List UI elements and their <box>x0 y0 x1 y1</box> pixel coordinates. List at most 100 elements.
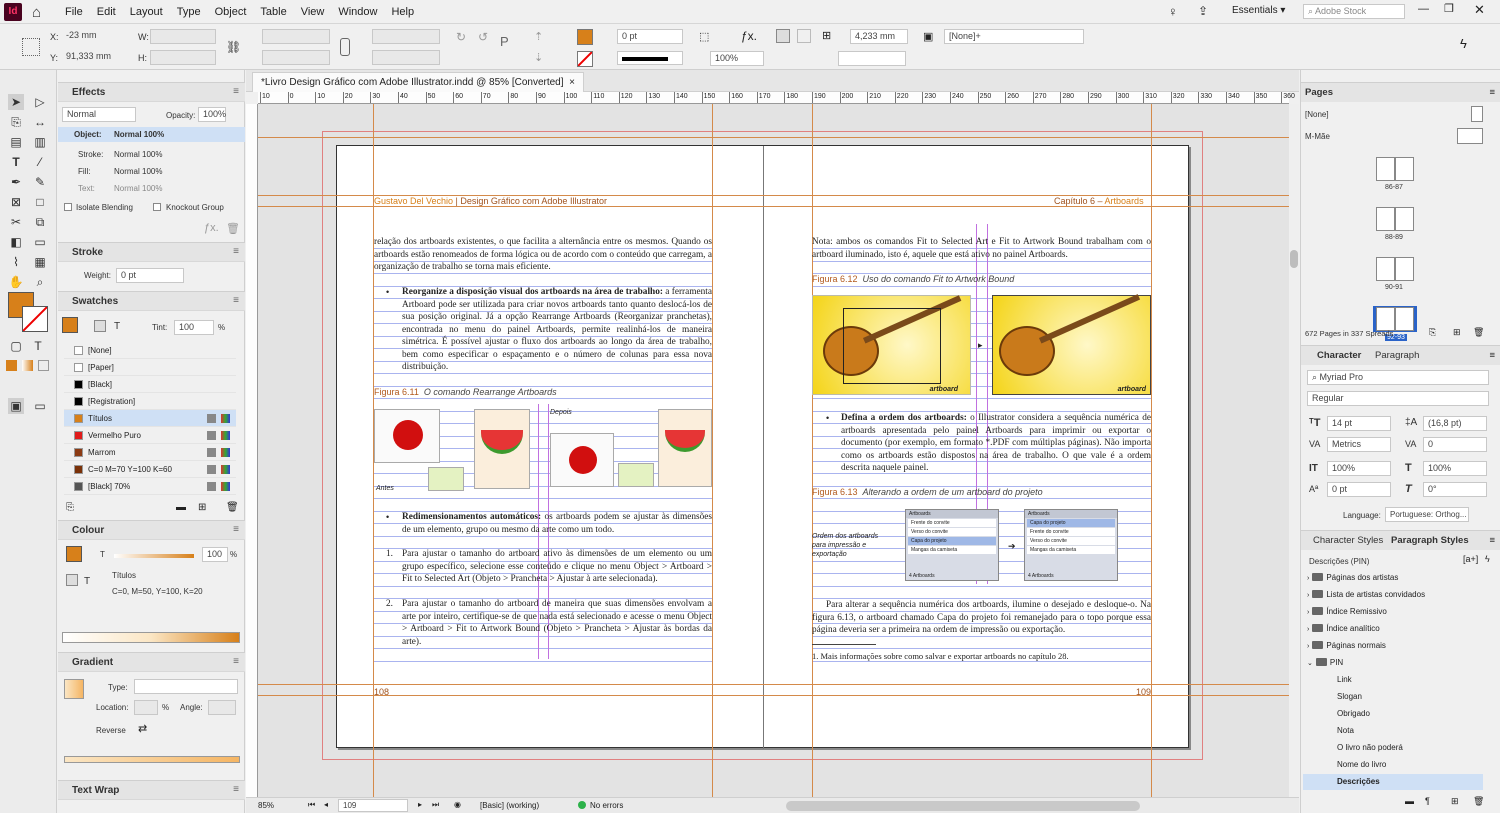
delete-page-icon[interactable]: 🗑 <box>1473 327 1484 338</box>
figure-6-12-before[interactable]: artboard <box>812 295 971 395</box>
opacity-field[interactable]: 100% <box>198 107 226 122</box>
paragraph-style-item[interactable]: Descrições <box>1303 774 1483 790</box>
font-size-field[interactable]: 14 pt <box>1327 416 1391 431</box>
close-tab-icon[interactable]: × <box>569 77 575 88</box>
tab-paragraph[interactable]: Paragraph <box>1375 350 1419 361</box>
gradient-location-field[interactable] <box>134 700 158 715</box>
stroke-type-select[interactable] <box>617 51 683 65</box>
effects-panel-header[interactable]: Effects ≡ <box>58 82 245 102</box>
left-item-1[interactable]: Para ajustar o tamanho do artboard ativo… <box>402 548 712 586</box>
vertical-scrollbar[interactable] <box>1289 104 1299 797</box>
font-style-field[interactable]: Regular <box>1307 391 1489 406</box>
left-bullet-1[interactable]: Reorganize a disposição visual dos artbo… <box>402 286 712 374</box>
swatch-row[interactable]: [Paper] <box>64 359 236 376</box>
effects-object-row[interactable]: Object: Normal 100% <box>58 127 245 142</box>
content-placer-icon[interactable]: ▥ <box>32 134 48 150</box>
pencil-tool-icon[interactable]: ✎ <box>32 174 48 190</box>
colour-container-icon[interactable] <box>66 574 78 586</box>
horizontal-scale-field[interactable]: 100% <box>1423 461 1487 476</box>
gradient-reverse-icon[interactable]: ⇄ <box>138 722 147 735</box>
reference-point-icon[interactable] <box>22 38 40 56</box>
new-page-icon[interactable]: ⊞ <box>1453 327 1461 338</box>
vertical-ruler[interactable] <box>246 104 258 797</box>
fill-swatch[interactable] <box>577 29 593 45</box>
scale-y-field[interactable] <box>262 50 330 65</box>
gap-tool-icon[interactable]: ↔ <box>32 114 48 130</box>
restore-button[interactable]: ❐ <box>1444 2 1454 15</box>
align-left-icon[interactable] <box>776 29 790 43</box>
page-tool-icon[interactable]: ⎘ <box>8 114 24 130</box>
skew-field[interactable]: 0° <box>1423 482 1487 497</box>
preflight-profile[interactable]: [Basic] (working) <box>480 801 539 810</box>
swatch-container-icon[interactable] <box>94 320 106 332</box>
swatch-row[interactable]: [Black] <box>64 376 236 393</box>
delete-swatch-icon[interactable]: 🗑 <box>226 502 239 513</box>
style-group-icon[interactable]: ▬ <box>1405 796 1414 806</box>
apply-none-icon[interactable] <box>38 360 49 371</box>
minimize-button[interactable]: — <box>1418 3 1429 15</box>
figure-6-12-caption[interactable]: Figura 6.12 Uso do comando Fit to Artwor… <box>812 274 1014 284</box>
paragraph-style-item[interactable]: Nota <box>1303 723 1483 739</box>
y-field[interactable]: 91,333 mm <box>62 50 132 65</box>
formatting-container-icon[interactable]: ▢ <box>8 338 24 354</box>
paragraph-style-item[interactable]: › Lista de artistas convidados <box>1303 587 1483 603</box>
swatch-row[interactable]: [Black] 70% <box>64 478 236 495</box>
menu-table[interactable]: Table <box>253 0 293 24</box>
baseline-shift-field[interactable]: 0 pt <box>1327 482 1391 497</box>
chevron-down-icon[interactable]: ⌄ <box>1307 660 1313 667</box>
stroke-weight-panel-field[interactable]: 0 pt <box>116 268 184 283</box>
horizontal-ruler[interactable]: 10 0 10 20 30 40 50 60 70 80 90 100 110 120 130 140 150 1… <box>258 92 1322 104</box>
colour-panel-header[interactable]: Colour ≡ <box>58 520 245 540</box>
zoom-tool-icon[interactable]: ⌕ <box>32 274 48 290</box>
scissors-tool-icon[interactable]: ✂ <box>8 214 24 230</box>
hand-tool-icon[interactable]: ✋ <box>8 274 24 290</box>
x-field[interactable]: -23 mm <box>62 29 132 44</box>
swatch-fill-icon[interactable] <box>62 317 78 333</box>
paragraph-style-item[interactable]: Nome do livro <box>1303 757 1483 773</box>
figure-6-11[interactable]: Antes Depois <box>374 409 712 493</box>
menu-type[interactable]: Type <box>170 0 208 24</box>
select-container-icon[interactable]: ⇡ <box>534 30 543 43</box>
text-wrap-panel-header[interactable]: Text Wrap ≡ <box>58 780 245 800</box>
swatches-panel-header[interactable]: Swatches ≡ <box>58 291 245 311</box>
lightning-icon[interactable]: ϟ <box>1460 36 1467 51</box>
leading-field[interactable]: (16,8 pt) <box>1423 416 1487 431</box>
paragraph-style-item[interactable]: › Páginas dos artistas <box>1303 570 1483 586</box>
rectangle-frame-tool-icon[interactable]: ⊠ <box>8 194 24 210</box>
stroke-panel-header[interactable]: Stroke ≡ <box>58 242 245 262</box>
guide[interactable] <box>812 104 813 797</box>
h-field[interactable] <box>150 50 216 65</box>
right-bullet[interactable]: Defina a ordem dos artboards: o Illustra… <box>841 412 1151 475</box>
trash-icon[interactable]: 🗑 <box>226 222 240 235</box>
menu-file[interactable]: File <box>58 0 90 24</box>
rotate-field[interactable] <box>372 29 440 44</box>
object-style-select[interactable]: [None]+ <box>944 29 1084 44</box>
pasteboard[interactable]: Gustavo Del Vechio | Design Gráfico com … <box>258 104 1289 797</box>
zoom-level[interactable]: 85% <box>258 801 274 810</box>
menu-object[interactable]: Object <box>208 0 254 24</box>
object-style-icon[interactable]: ▣ <box>923 30 933 43</box>
none-master-thumb[interactable] <box>1471 106 1483 122</box>
paragraph-style-item[interactable]: Link <box>1303 672 1483 688</box>
adobe-stock-search[interactable]: ⌕ Adobe Stock <box>1303 4 1405 19</box>
apply-gradient-icon[interactable] <box>22 360 33 371</box>
chevron-right-icon[interactable]: › <box>1307 592 1309 599</box>
columns-icon[interactable]: ⊞ <box>822 29 831 42</box>
align-center-icon[interactable] <box>797 29 811 43</box>
menu-layout[interactable]: Layout <box>123 0 170 24</box>
chevron-right-icon[interactable]: › <box>1307 643 1309 650</box>
swatch-row[interactable]: C=0 M=70 Y=100 K=60 <box>64 461 236 478</box>
shear-field[interactable] <box>372 50 440 65</box>
guide[interactable] <box>258 137 1289 138</box>
new-style-icon[interactable]: ⊞ <box>1451 796 1459 807</box>
paragraph-style-item[interactable]: › Índice analítico <box>1303 621 1483 637</box>
tab-character-styles[interactable]: Character Styles <box>1313 535 1383 546</box>
tab-character[interactable]: Character <box>1317 350 1361 361</box>
footnote[interactable]: 1. Mais informações sobre como salvar e … <box>812 650 1151 663</box>
guide[interactable] <box>258 206 1289 207</box>
new-group-icon[interactable]: ▬ <box>176 502 186 513</box>
paragraph-style-item[interactable]: O livro não poderá <box>1303 740 1483 756</box>
last-page-icon[interactable]: ⏭ <box>432 800 439 810</box>
paragraph-style-item[interactable]: Obrigado <box>1303 706 1483 722</box>
note-tool-icon[interactable]: ▭ <box>32 234 48 250</box>
